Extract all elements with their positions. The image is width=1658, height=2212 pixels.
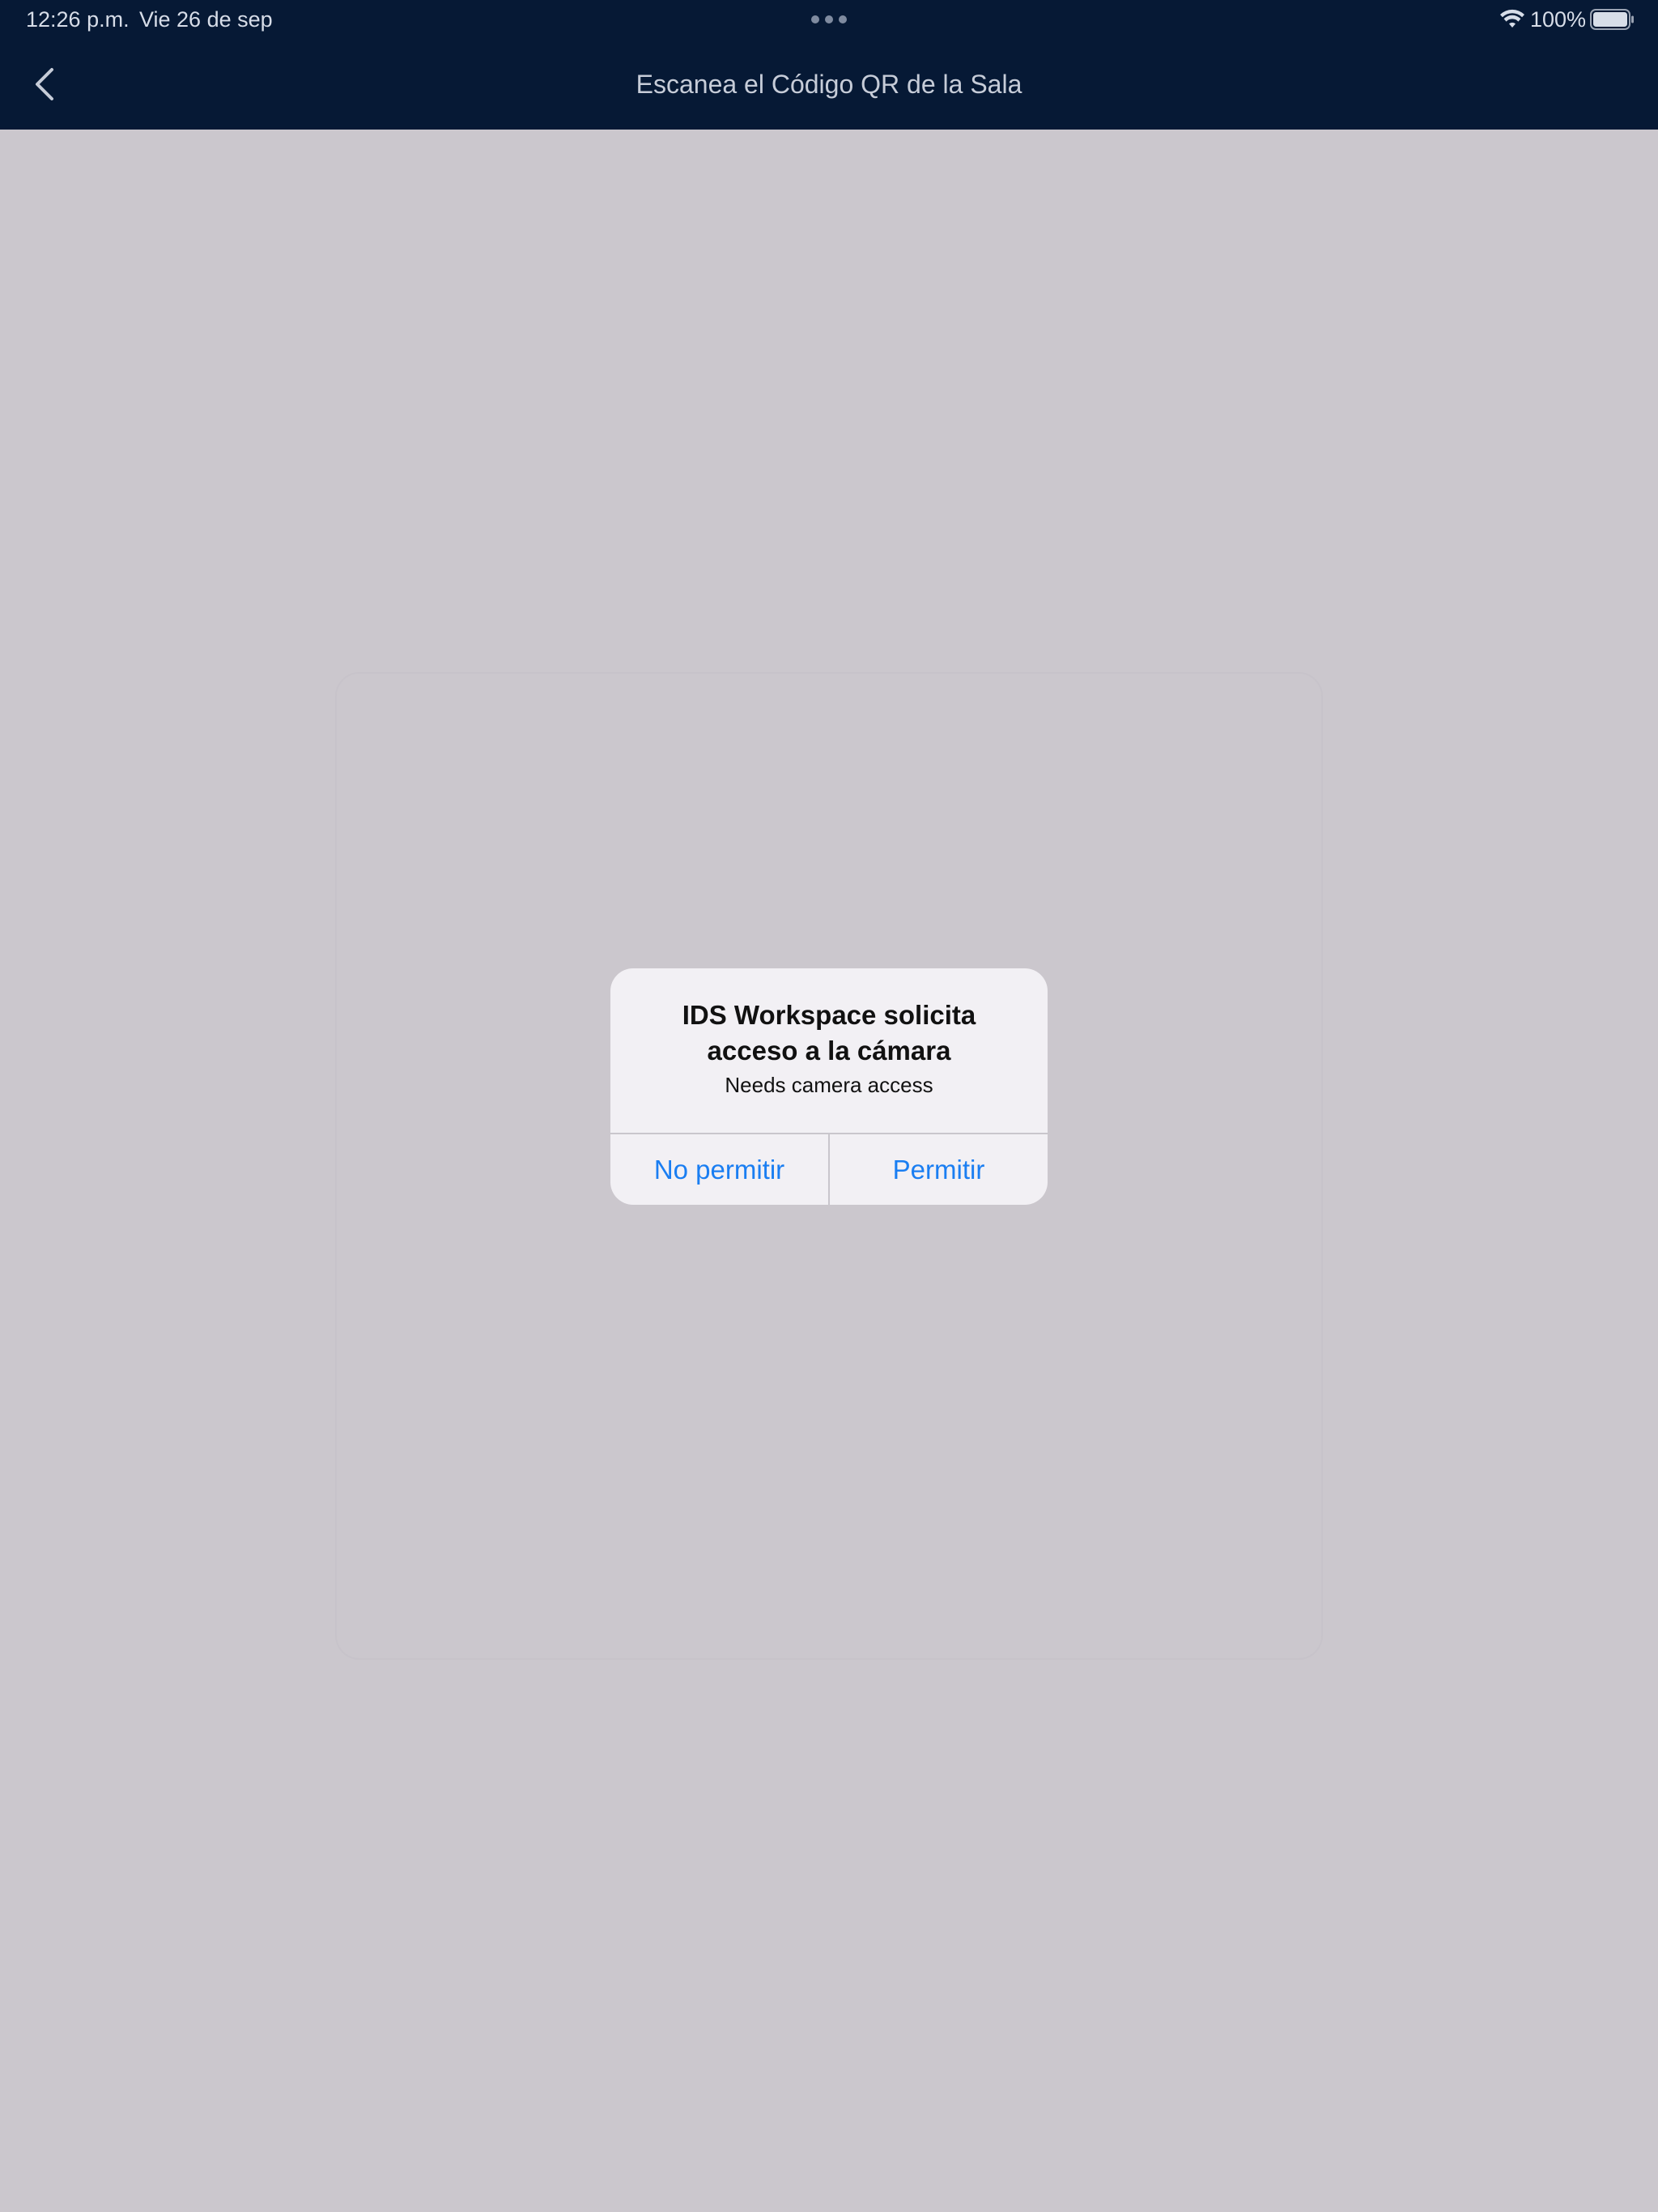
battery-icon — [1590, 9, 1634, 30]
dot — [825, 15, 833, 23]
dot — [839, 15, 847, 23]
deny-button[interactable]: No permitir — [610, 1134, 828, 1205]
status-time: 12:26 p.m. — [26, 7, 130, 32]
multitask-dots-icon[interactable] — [811, 15, 847, 24]
dot — [811, 15, 819, 23]
status-date: Vie 26 de sep — [139, 7, 273, 32]
top-bar: 12:26 p.m. Vie 26 de sep 100% Escanea el… — [0, 0, 1658, 130]
allow-button[interactable]: Permitir — [830, 1134, 1048, 1205]
battery-percent: 100% — [1530, 7, 1587, 32]
page-title: Escanea el Código QR de la Sala — [636, 70, 1022, 99]
wifi-icon — [1500, 9, 1524, 28]
alert-title: IDS Workspace solicita acceso a la cámar… — [682, 1000, 976, 1066]
alert-message: Needs camera access — [725, 1073, 933, 1097]
camera-permission-alert: IDS Workspace solicita acceso a la cámar… — [610, 968, 1048, 1205]
battery-fill — [1593, 12, 1627, 27]
